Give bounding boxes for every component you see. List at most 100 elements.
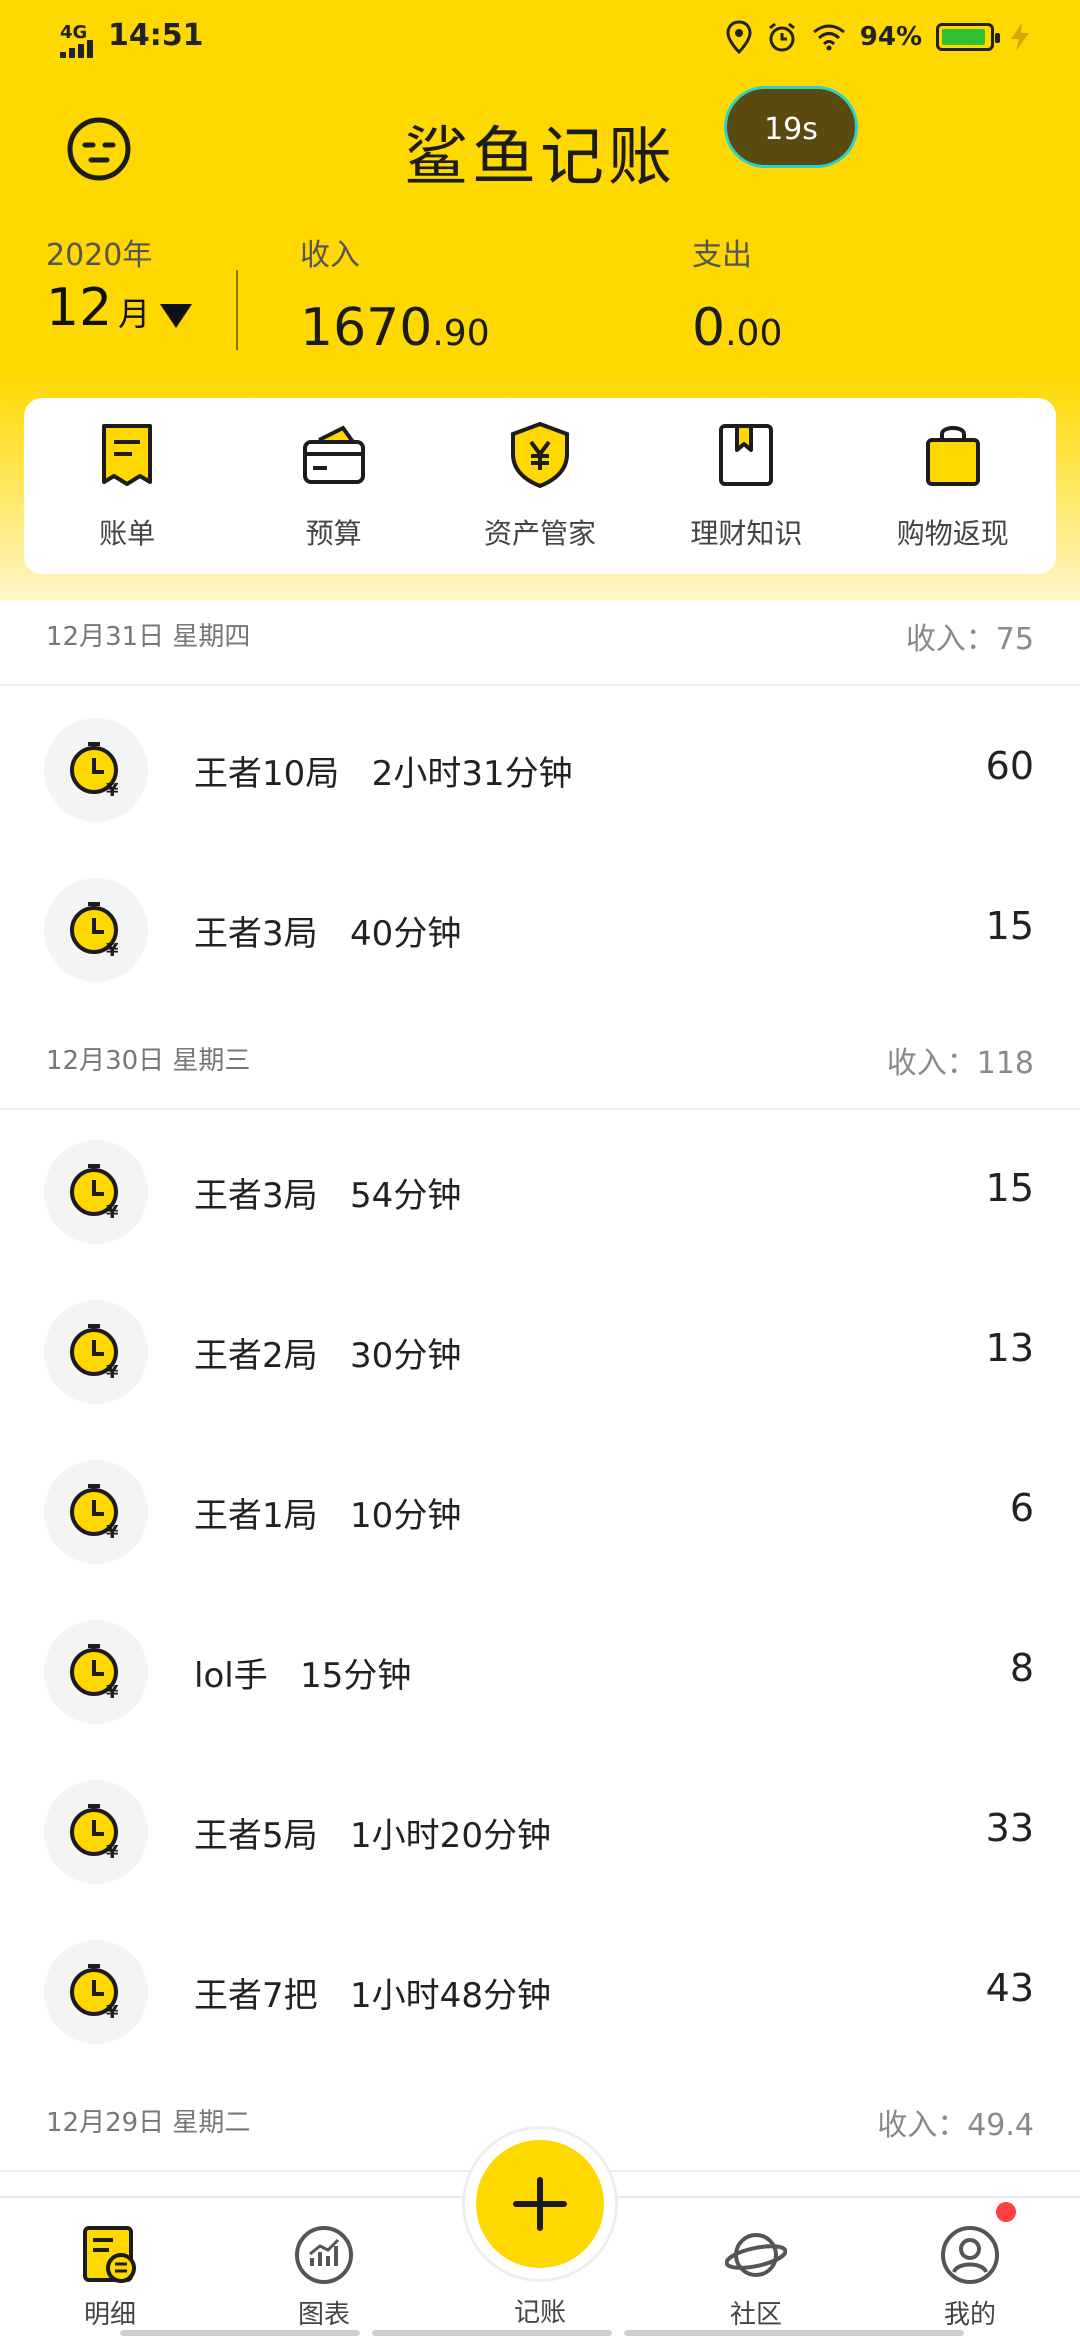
home-indicator (372, 2330, 612, 2336)
day-income: 收入：49.4 (877, 2108, 1034, 2143)
planet-icon (724, 2233, 788, 2277)
tab-chart[interactable]: 图表 (264, 2224, 384, 2331)
expense-label: 支出 (692, 238, 752, 273)
profile-icon (941, 2226, 999, 2284)
status-time: 14:51 (108, 18, 204, 53)
entry-title: 王者3局 40分钟 (194, 914, 462, 954)
expense-total-dec: .00 (725, 313, 783, 354)
tab-label: 社区 (729, 2300, 782, 2330)
svg-text:¥: ¥ (106, 940, 119, 960)
entry-title: 王者2局 30分钟 (194, 1336, 462, 1376)
entry-amount: 13 (985, 1326, 1034, 1370)
detail-icon (83, 2226, 136, 2283)
list-item[interactable]: ¥ 王者5局 1小时20分钟 33 (0, 1752, 1080, 1912)
svg-text:¥: ¥ (106, 2002, 119, 2022)
income-total-int: 1670 (300, 298, 433, 358)
clock-yen-icon: ¥ (70, 1324, 119, 1382)
quick-action-label: 预算 (305, 517, 362, 550)
entry-amount: 60 (985, 744, 1034, 788)
entry-title: lol手 15分钟 (194, 1656, 412, 1696)
quick-action-label: 资产管家 (483, 517, 596, 550)
clock-yen-icon: ¥ (70, 1964, 119, 2022)
bookmark-book-icon (719, 424, 774, 486)
tab-profile[interactable]: 我的 (910, 2224, 1030, 2331)
clock-yen-icon: ¥ (70, 1804, 119, 1862)
clock-yen-icon: ¥ (70, 1484, 119, 1542)
entry-title: 王者3局 54分钟 (194, 1176, 462, 1216)
entry-icon-circle: ¥ (44, 878, 148, 982)
entry-icon-circle: ¥ (44, 1620, 148, 1724)
clock-yen-icon: ¥ (70, 742, 119, 800)
entry-title: 王者1局 10分钟 (194, 1496, 462, 1536)
quick-action-label: 购物返现 (896, 517, 1009, 550)
tab-detail[interactable]: 明细 (50, 2224, 170, 2331)
list-item[interactable]: ¥ 王者10局 2小时31分钟 60 (0, 690, 1080, 850)
app-title: 鲨鱼记账 (404, 121, 676, 195)
entry-icon-circle: ¥ (44, 1780, 148, 1884)
home-indicator (120, 2330, 360, 2336)
notification-dot (996, 2202, 1016, 2222)
day-income: 收入：118 (886, 1046, 1034, 1081)
year-label: 2020年 (46, 238, 153, 273)
list-item[interactable]: ¥ 王者3局 54分钟 15 (0, 1112, 1080, 1272)
entry-amount: 33 (985, 1806, 1034, 1850)
date-header: 12月30日 星期三 收入：118 (0, 1008, 1080, 1110)
svg-text:¥: ¥ (106, 1522, 119, 1542)
quick-action-budget[interactable]: 预算 (244, 420, 424, 552)
svg-text:¥: ¥ (106, 1842, 119, 1862)
income-total-dec: .90 (432, 313, 490, 354)
entry-icon-circle: ¥ (44, 1940, 148, 2044)
home-indicator (624, 2330, 964, 2336)
tab-label: 明细 (83, 2300, 136, 2330)
chart-icon (295, 2226, 353, 2284)
entry-amount: 15 (985, 904, 1034, 948)
entry-icon-circle: ¥ (44, 1140, 148, 1244)
quick-action-bill[interactable]: 账单 (37, 420, 217, 552)
shield-yen-icon (510, 421, 569, 489)
clock-yen-icon: ¥ (70, 902, 119, 960)
quick-action-knowledge[interactable]: 理财知识 (656, 420, 836, 552)
clock-yen-icon: ¥ (70, 1644, 119, 1702)
add-record-button[interactable] (476, 2140, 604, 2268)
shopping-bag-icon (925, 426, 980, 486)
quick-actions-card: 账单 预算 资产管家 理财知识 购物返现 (24, 398, 1056, 574)
wallet-icon (302, 425, 365, 484)
location-icon (726, 20, 752, 54)
list-item[interactable]: ¥ 王者3局 40分钟 15 (0, 850, 1080, 1010)
charging-icon (1011, 23, 1029, 51)
entry-amount: 6 (1009, 1486, 1034, 1530)
entry-icon-circle: ¥ (44, 718, 148, 822)
list-item[interactable]: ¥ 王者1局 10分钟 6 (0, 1432, 1080, 1592)
timer-badge[interactable]: 19s (724, 86, 858, 168)
month-selector[interactable]: 12 月 (46, 278, 192, 338)
svg-text:¥: ¥ (106, 1362, 119, 1382)
expense-total: 0.00 (692, 298, 782, 358)
entry-title: 王者7把 1小时48分钟 (194, 1976, 551, 2016)
svg-text:¥: ¥ (106, 780, 119, 800)
tab-label: 我的 (943, 2300, 996, 2330)
entry-icon-circle: ¥ (44, 1300, 148, 1404)
entry-title: 王者10局 2小时31分钟 (194, 754, 573, 794)
signal-icon (60, 40, 96, 58)
entry-icon-circle: ¥ (44, 1460, 148, 1564)
quick-action-cashback[interactable]: 购物返现 (863, 420, 1043, 552)
list-item[interactable]: ¥ lol手 15分钟 8 (0, 1592, 1080, 1752)
income-total: 1670.90 (300, 298, 490, 358)
alarm-icon (768, 22, 795, 52)
entry-amount: 43 (985, 1966, 1034, 2010)
entry-amount: 8 (1009, 1646, 1034, 1690)
entry-amount: 15 (985, 1166, 1034, 1210)
list-item[interactable]: ¥ 王者2局 30分钟 13 (0, 1272, 1080, 1432)
quick-action-assets[interactable]: 资产管家 (450, 420, 630, 552)
battery-icon (936, 23, 1000, 51)
dropdown-triangle-icon (160, 304, 192, 328)
date-label: 12月29日 星期二 (46, 2108, 251, 2138)
quick-action-label: 账单 (99, 517, 156, 550)
status-bar: 4G 14:51 94% (0, 0, 1080, 80)
list-item[interactable]: ¥ 王者7把 1小时48分钟 43 (0, 1912, 1080, 2072)
battery-percent: 94% (859, 22, 922, 52)
tab-community[interactable]: 社区 (696, 2224, 816, 2331)
date-label: 12月31日 星期四 (46, 622, 251, 652)
svg-text:¥: ¥ (106, 1682, 119, 1702)
svg-text:¥: ¥ (106, 1202, 119, 1222)
